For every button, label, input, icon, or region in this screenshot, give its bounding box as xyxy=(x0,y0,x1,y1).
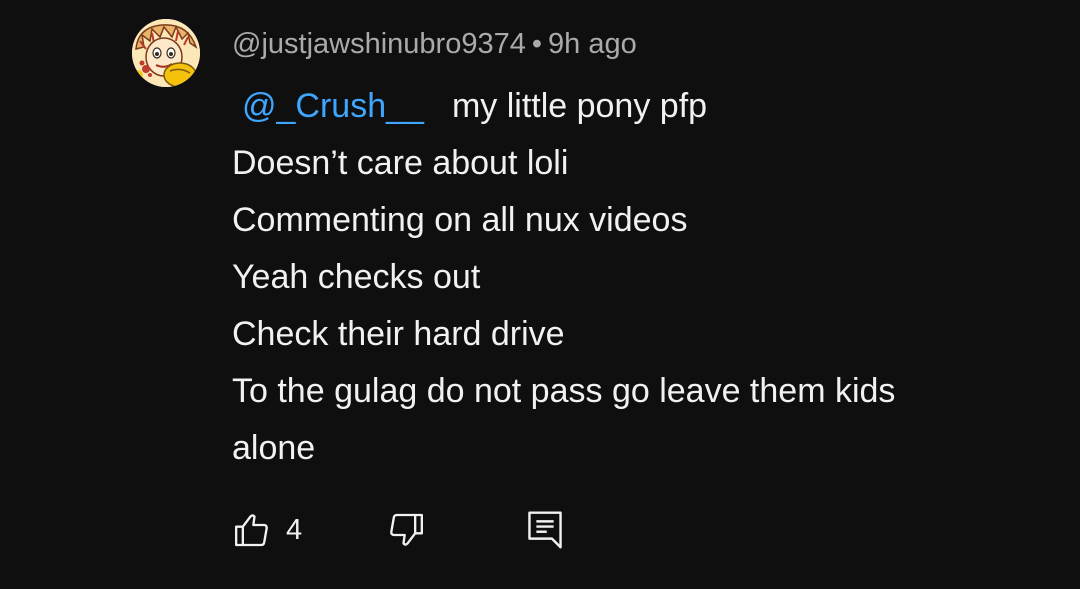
avatar[interactable] xyxy=(132,19,200,87)
mention-link[interactable]: @_Crush__ xyxy=(242,87,424,125)
comment-line: Doesn’t care about loli xyxy=(232,144,569,182)
comment-actions: 4 xyxy=(232,508,592,552)
meta-separator: • xyxy=(531,28,542,60)
comment-text: my little pony pfp xyxy=(451,87,708,125)
dislike-button[interactable] xyxy=(386,508,426,552)
thumbs-down-icon xyxy=(386,510,426,550)
comment-line: @_Crush__ my little pony pfp xyxy=(232,78,1032,135)
timestamp[interactable]: 9h ago xyxy=(548,28,637,60)
comment-meta: @justjawshinubro9374 • 9h ago xyxy=(232,26,637,62)
comment-line: Check their hard drive xyxy=(232,315,565,353)
author-name[interactable]: @justjawshinubro9374 xyxy=(232,28,526,60)
comment-thread-item: @justjawshinubro9374 • 9h ago @_Crush__ my … xyxy=(0,0,1080,589)
cartoon-face-icon xyxy=(132,19,200,87)
reply-button[interactable] xyxy=(526,508,564,552)
like-button[interactable]: 4 xyxy=(232,508,302,552)
comment-line: Yeah checks out xyxy=(232,258,481,296)
comment-line: To the gulag do not pass go leave them k… xyxy=(232,372,896,410)
thumbs-up-icon xyxy=(232,510,272,550)
comment-body: @_Crush__ my little pony pfp Doesn’t care… xyxy=(232,78,1032,477)
comment-line: alone xyxy=(232,429,316,467)
like-count: 4 xyxy=(286,513,303,546)
reply-comment-icon xyxy=(526,509,564,551)
comment-line: Commenting on all nux videos xyxy=(232,201,688,239)
